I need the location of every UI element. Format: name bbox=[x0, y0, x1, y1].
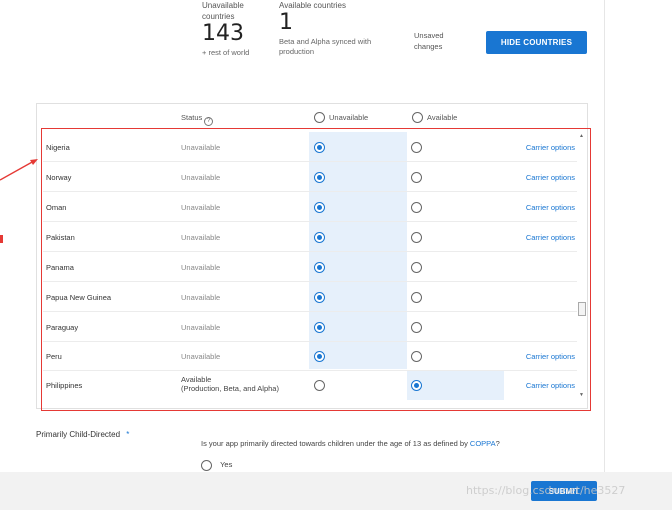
available-count: 1 bbox=[279, 10, 293, 35]
status-header: Status? bbox=[181, 113, 214, 126]
help-icon[interactable]: ? bbox=[204, 117, 214, 126]
watermark: https://blog.csdn.net/he3527 bbox=[466, 484, 626, 497]
rest-of-world-note: + rest of world bbox=[202, 48, 250, 57]
available-all-radio[interactable] bbox=[412, 112, 423, 123]
hide-countries-button[interactable]: HIDE COUNTRIES bbox=[486, 31, 587, 54]
annotation-arrow-icon bbox=[0, 159, 38, 181]
available-summary: Available countries 1 Beta and Alpha syn… bbox=[279, 0, 389, 57]
unavailable-count: 143 bbox=[202, 21, 244, 46]
unsaved-changes-label: Unsaved changes bbox=[414, 31, 444, 51]
question-mark: ? bbox=[495, 439, 500, 448]
table-header: Status? Unavailable Available bbox=[36, 108, 588, 128]
yes-radio[interactable] bbox=[201, 460, 212, 471]
child-directed-field: Primarily Child-Directed * bbox=[36, 430, 129, 439]
annotation-mark bbox=[0, 235, 3, 243]
coppa-link[interactable]: COPPA bbox=[470, 439, 496, 448]
unavailable-countries-label: Unavailable countries bbox=[202, 1, 244, 21]
available-header-label: Available bbox=[427, 113, 458, 122]
status-header-label: Status bbox=[181, 113, 203, 122]
unavailable-summary: Unavailable countries 143 + rest of worl… bbox=[202, 0, 262, 58]
unsaved-summary: Unsaved changes bbox=[414, 30, 454, 52]
available-countries-label: Available countries bbox=[279, 1, 347, 10]
question-text: Is your app primarily directed towards c… bbox=[201, 439, 468, 448]
unavailable-all-radio[interactable] bbox=[314, 112, 325, 123]
unavailable-header-label: Unavailable bbox=[329, 113, 369, 122]
child-directed-label: Primarily Child-Directed bbox=[36, 430, 121, 439]
page-border bbox=[604, 0, 605, 472]
sync-note: Beta and Alpha synced with production bbox=[279, 37, 372, 56]
required-mark: * bbox=[126, 430, 130, 439]
child-directed-question: Is your app primarily directed towards c… bbox=[201, 439, 500, 448]
yes-option[interactable]: Yes bbox=[201, 460, 232, 471]
yes-label: Yes bbox=[220, 460, 233, 470]
annotation-highlight-box bbox=[41, 128, 591, 411]
